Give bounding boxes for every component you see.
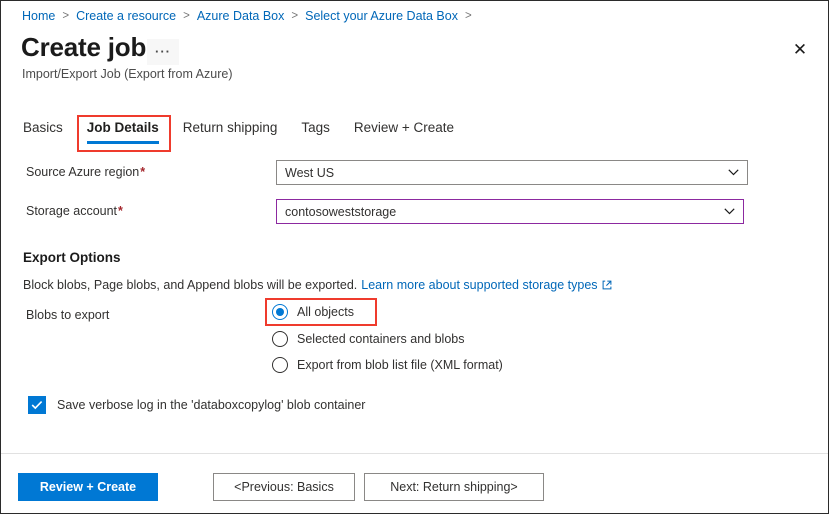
page-title: Create job bbox=[21, 32, 147, 62]
supported-storage-types-link[interactable]: Learn more about supported storage types bbox=[361, 278, 611, 292]
link-label: Learn more about supported storage types bbox=[361, 278, 598, 292]
ellipsis-icon: ··· bbox=[155, 44, 171, 59]
breadcrumb-separator: > bbox=[291, 10, 299, 22]
verbose-log-label: Save verbose log in the 'databoxcopylog'… bbox=[57, 398, 366, 412]
radio-all-objects[interactable]: All objects bbox=[272, 304, 354, 320]
source-region-label: Source Azure region* bbox=[26, 165, 146, 179]
blobs-to-export-label: Blobs to export bbox=[26, 308, 110, 322]
export-description: Block blobs, Page blobs, and Append blob… bbox=[23, 278, 612, 292]
footer-divider bbox=[1, 453, 828, 454]
more-options-button[interactable]: ··· bbox=[147, 39, 179, 65]
close-icon[interactable]: ✕ bbox=[789, 39, 811, 61]
chevron-down-icon bbox=[723, 206, 735, 218]
breadcrumb-separator: > bbox=[464, 10, 472, 22]
breadcrumb-separator: > bbox=[183, 10, 190, 22]
tab-tags[interactable]: Tags bbox=[301, 120, 330, 144]
radio-export-from-blob-list-file[interactable]: Export from blob list file (XML format) bbox=[272, 357, 503, 373]
storage-account-dropdown[interactable]: contosoweststorage bbox=[276, 199, 744, 224]
breadcrumb-item-home[interactable]: Home bbox=[22, 9, 55, 23]
required-asterisk: * bbox=[140, 165, 146, 179]
checkmark-icon bbox=[28, 396, 46, 414]
tab-job-details[interactable]: Job Details bbox=[86, 120, 159, 144]
tab-return-shipping[interactable]: Return shipping bbox=[183, 120, 278, 144]
review-create-button[interactable]: Review + Create bbox=[18, 473, 158, 501]
breadcrumb-separator: > bbox=[62, 10, 70, 22]
radio-icon-unselected bbox=[272, 357, 288, 373]
radio-label-selected-containers-and-blobs: Selected containers and blobs bbox=[297, 332, 465, 346]
required-asterisk: * bbox=[118, 204, 123, 218]
export-description-text: Block blobs, Page blobs, and Append blob… bbox=[23, 278, 358, 292]
source-region-value: West US bbox=[285, 165, 335, 180]
tab-list: Basics Job Details Return shipping Tags … bbox=[23, 120, 478, 144]
radio-label-export-from-blob-list-file: Export from blob list file (XML format) bbox=[297, 358, 503, 372]
radio-icon-selected bbox=[272, 304, 288, 320]
breadcrumb: Home > Create a resource > Azure Data Bo… bbox=[22, 9, 479, 23]
breadcrumb-item-azure-data-box[interactable]: Azure Data Box bbox=[197, 9, 285, 23]
verbose-log-checkbox-row[interactable]: Save verbose log in the 'databoxcopylog'… bbox=[28, 396, 365, 414]
source-region-dropdown[interactable]: West US bbox=[276, 160, 748, 185]
external-link-icon bbox=[602, 280, 612, 290]
tab-review-create[interactable]: Review + Create bbox=[354, 120, 454, 144]
radio-selected-containers-and-blobs[interactable]: Selected containers and blobs bbox=[272, 331, 464, 347]
radio-label-all-objects: All objects bbox=[297, 305, 354, 319]
breadcrumb-item-create-a-resource[interactable]: Create a resource bbox=[76, 9, 176, 23]
chevron-down-icon bbox=[727, 167, 739, 179]
tab-basics[interactable]: Basics bbox=[23, 120, 63, 144]
page-subtitle: Import/Export Job (Export from Azure) bbox=[22, 67, 233, 81]
breadcrumb-item-select-your-azure-data-box[interactable]: Select your Azure Data Box bbox=[305, 9, 458, 23]
next-return-shipping-button[interactable]: Next: Return shipping> bbox=[364, 473, 544, 501]
storage-account-value: contosoweststorage bbox=[285, 204, 397, 219]
create-job-blade: Home > Create a resource > Azure Data Bo… bbox=[0, 0, 829, 514]
storage-account-label: Storage account* bbox=[26, 204, 123, 218]
previous-basics-button[interactable]: <Previous: Basics bbox=[213, 473, 355, 501]
radio-icon-unselected bbox=[272, 331, 288, 347]
export-options-heading: Export Options bbox=[23, 250, 121, 265]
